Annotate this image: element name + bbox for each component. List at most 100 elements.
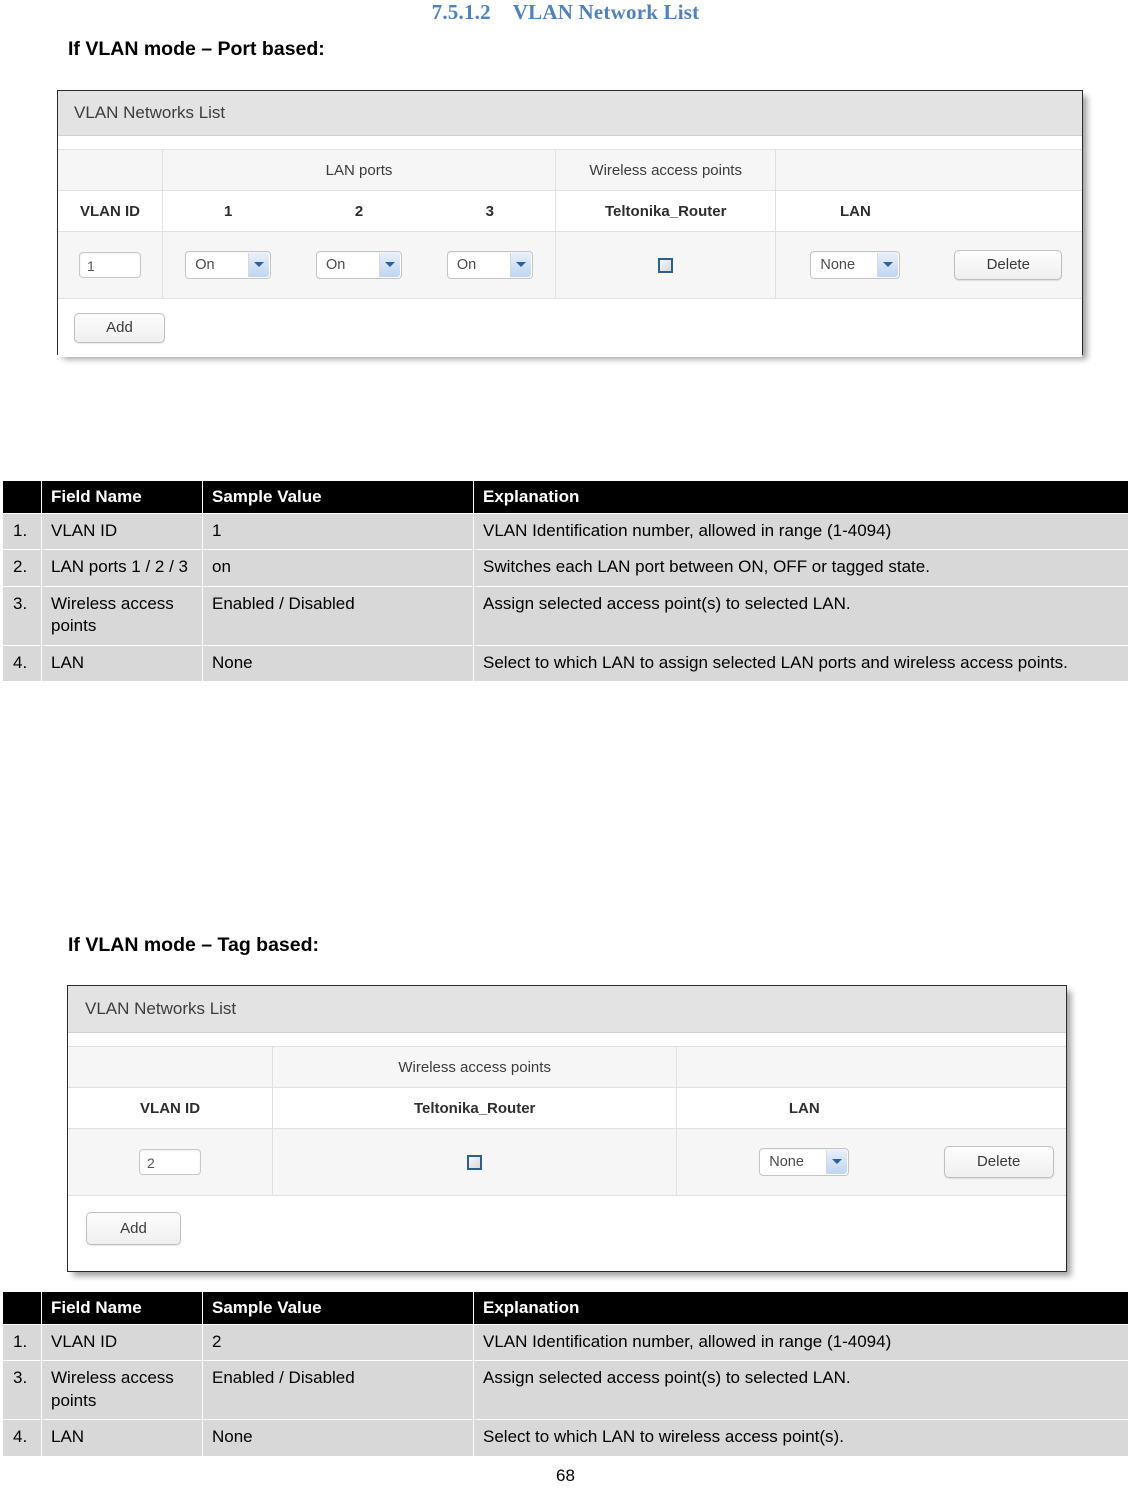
page-title-text: VLAN Network List [512,0,700,24]
lan-select[interactable]: None [759,1148,850,1176]
field-description-table-tag: Field Name Sample Value Explanation 1. V… [2,1291,1129,1457]
cell-port-1: On [162,231,294,299]
vlan-networks-list-panel-port: VLAN Networks List LAN ports Wireless ac… [57,90,1083,357]
cell-field-name: Wireless access points [42,1361,202,1420]
page-title: 7.5.1.2 VLAN Network List [0,0,1131,25]
col-header-ap-name: Teltonika_Router [555,190,777,232]
table-row: 4. LAN None Select to which LAN to assig… [3,645,1128,682]
chevron-down-icon[interactable] [509,253,531,277]
panel-title-tag: VLAN Networks List [68,986,1066,1033]
subheading-tag-based: If VLAN mode – Tag based: [68,934,320,956]
group-header-wireless-access-points: Wireless access points [272,1046,678,1088]
wireless-ap-checkbox[interactable] [658,258,674,274]
delete-button[interactable]: Delete [943,1146,1054,1178]
lan-select[interactable]: None [810,251,901,279]
column-header-index [3,1292,41,1324]
group-header-wireless-access-points: Wireless access points [555,149,777,191]
vlan-table-row: 2 None Delete [68,1128,1066,1196]
cell-port-2: On [293,231,425,299]
panel-footer-port: Add [58,299,1082,357]
group-header-lan-ports: LAN ports [162,149,557,191]
column-header-explanation: Explanation [474,1292,1128,1324]
vlan-table-port: LAN ports Wireless access points VLAN ID… [58,149,1082,299]
column-header-field-name: Field Name [42,1292,202,1324]
table-row: 1. VLAN ID 1 VLAN Identification number,… [3,514,1128,550]
cell-sample-value: None [203,645,473,682]
port-2-select[interactable]: On [316,251,403,279]
col-header-lan: LAN [676,1087,932,1129]
vlan-id-input[interactable]: 1 [78,252,141,278]
table-row: 3. Wireless access points Enabled / Disa… [3,1361,1128,1420]
panel-title-port: VLAN Networks List [58,91,1082,136]
col-header-port-3: 3 [424,190,557,232]
cell-lan-select: None [676,1128,932,1196]
cell-sample-value: Enabled / Disabled [203,586,473,645]
column-header-sample-value: Sample Value [203,1292,473,1324]
vlan-table-header-row: VLAN ID Teltonika_Router LAN [68,1087,1066,1129]
port-3-select[interactable]: On [446,251,533,279]
cell-index: 3. [3,1361,41,1420]
table-row: 1. VLAN ID 2 VLAN Identification number,… [3,1325,1128,1361]
cell-index: 4. [3,1420,41,1456]
panel-spacer [68,1033,1066,1046]
cell-index: 2. [3,550,41,586]
column-header-explanation: Explanation [474,481,1128,513]
cell-delete-action: Delete [931,1128,1066,1196]
add-button[interactable]: Add [86,1212,181,1245]
column-header-field-name: Field Name [42,481,202,513]
field-description-table-port: Field Name Sample Value Explanation 1. V… [2,480,1129,683]
table-header-row: Field Name Sample Value Explanation [3,1292,1128,1324]
col-header-actions [931,1087,1066,1129]
table-row: 2. LAN ports 1 / 2 / 3 on Switches each … [3,550,1128,586]
column-header-sample-value: Sample Value [203,481,473,513]
group-cell-empty-right [775,149,1082,191]
vlan-table-group-header-row: Wireless access points [68,1046,1066,1088]
cell-index: 1. [3,1325,41,1361]
cell-explanation: VLAN Identification number, allowed in r… [474,1325,1128,1361]
panel-footer-tag: Add [68,1196,1066,1261]
cell-sample-value: 2 [203,1325,473,1361]
cell-delete-action: Delete [934,231,1082,299]
cell-index: 1. [3,514,41,550]
col-header-vlan-id: VLAN ID [58,190,163,232]
cell-field-name: LAN ports 1 / 2 / 3 [42,550,202,586]
group-cell-empty [58,149,163,191]
cell-explanation: VLAN Identification number, allowed in r… [474,514,1128,550]
col-header-port-2: 2 [293,190,425,232]
cell-sample-value: None [203,1420,473,1456]
col-header-ap-name: Teltonika_Router [272,1087,678,1129]
cell-field-name: VLAN ID [42,1325,202,1361]
page-title-number: 7.5.1.2 [431,0,491,24]
page-number: 68 [556,1466,575,1485]
vlan-networks-list-panel-tag: VLAN Networks List Wireless access point… [67,985,1067,1272]
vlan-id-input[interactable]: 2 [139,1149,202,1175]
cell-vlan-id: 2 [68,1128,274,1196]
col-header-actions [934,190,1082,232]
group-cell-empty-right [676,1046,1066,1088]
chevron-down-icon[interactable] [877,253,899,277]
column-header-index [3,481,41,513]
add-button[interactable]: Add [74,313,165,343]
table-row: 4. LAN None Select to which LAN to wirel… [3,1420,1128,1456]
vlan-table-tag: Wireless access points VLAN ID Teltonika… [68,1046,1066,1196]
vlan-table-header-row: VLAN ID 1 2 3 Teltonika_Router LAN [58,190,1082,232]
chevron-down-icon[interactable] [826,1150,848,1174]
cell-explanation: Assign selected access point(s) to selec… [474,586,1128,645]
cell-ap-checkbox [272,1128,678,1196]
chevron-down-icon[interactable] [248,253,270,277]
chevron-down-icon[interactable] [379,253,401,277]
col-header-lan: LAN [775,190,935,232]
cell-port-3: On [424,231,557,299]
cell-sample-value: 1 [203,514,473,550]
col-header-port-1: 1 [162,190,294,232]
col-header-vlan-id: VLAN ID [68,1087,274,1129]
panel-spacer [58,136,1082,149]
wireless-ap-checkbox[interactable] [467,1155,483,1171]
vlan-table-group-header-row: LAN ports Wireless access points [58,149,1082,191]
delete-button[interactable]: Delete [954,250,1063,280]
port-1-select[interactable]: On [185,251,272,279]
cell-sample-value: on [203,550,473,586]
cell-field-name: VLAN ID [42,514,202,550]
cell-index: 3. [3,586,41,645]
cell-field-name: Wireless access points [42,586,202,645]
